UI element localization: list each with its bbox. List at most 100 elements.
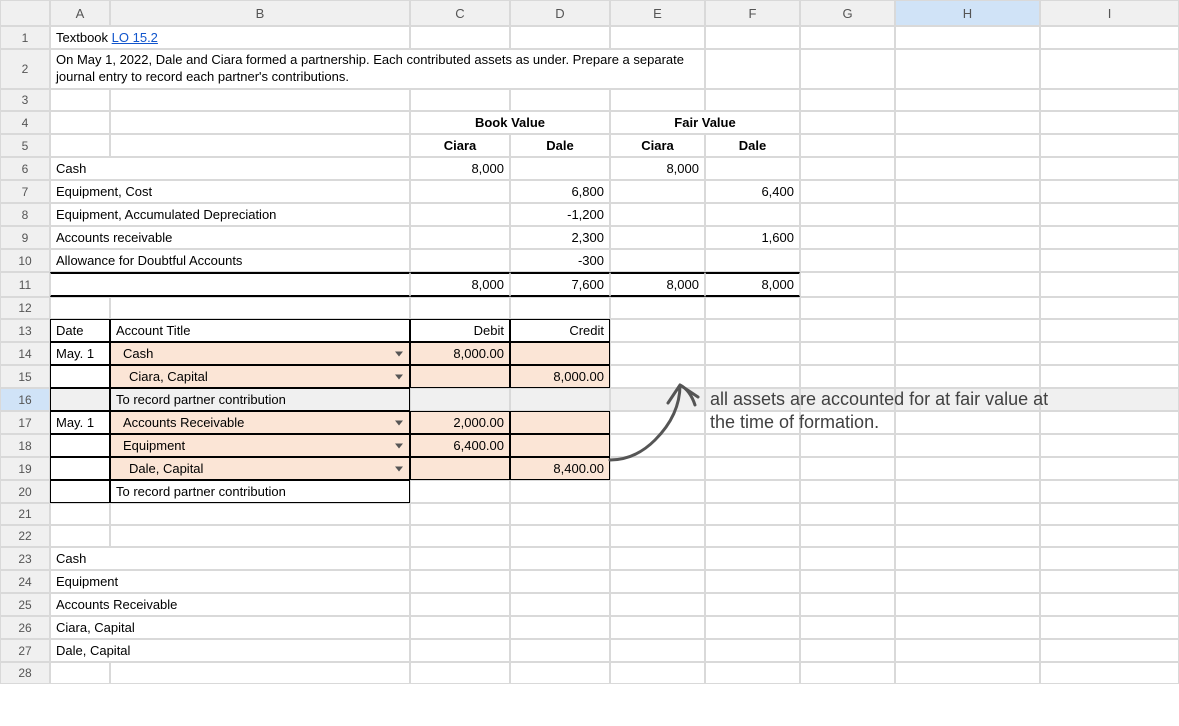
cell-G5[interactable] bbox=[800, 134, 895, 157]
cell-G27[interactable] bbox=[800, 639, 895, 662]
cell-I4[interactable] bbox=[1040, 111, 1179, 134]
cell-C15[interactable] bbox=[410, 365, 510, 388]
cell-H27[interactable] bbox=[895, 639, 1040, 662]
cell-H4[interactable] bbox=[895, 111, 1040, 134]
cell-D12[interactable] bbox=[510, 297, 610, 319]
cell-D22[interactable] bbox=[510, 525, 610, 547]
cell-A20[interactable] bbox=[50, 480, 110, 503]
cell-E12[interactable] bbox=[610, 297, 705, 319]
cell-H25[interactable] bbox=[895, 593, 1040, 616]
cell-G22[interactable] bbox=[800, 525, 895, 547]
cell-D11[interactable]: 7,600 bbox=[510, 272, 610, 297]
cell-D3[interactable] bbox=[510, 89, 610, 111]
cell-H11[interactable] bbox=[895, 272, 1040, 297]
cell-E27[interactable] bbox=[610, 639, 705, 662]
cell-H2[interactable] bbox=[895, 49, 1040, 89]
cell-D7[interactable]: 6,800 bbox=[510, 180, 610, 203]
cell-H20[interactable] bbox=[895, 480, 1040, 503]
cell-C3[interactable] bbox=[410, 89, 510, 111]
cell-A13[interactable]: Date bbox=[50, 319, 110, 342]
cell-B17-dropdown[interactable]: Accounts Receivable bbox=[110, 411, 410, 434]
cell-D16[interactable] bbox=[510, 388, 610, 411]
col-header-F[interactable]: F bbox=[705, 0, 800, 26]
cell-D18[interactable] bbox=[510, 434, 610, 457]
cell-F25[interactable] bbox=[705, 593, 800, 616]
cell-G3[interactable] bbox=[800, 89, 895, 111]
cell-F13[interactable] bbox=[705, 319, 800, 342]
cell-E25[interactable] bbox=[610, 593, 705, 616]
cell-C27[interactable] bbox=[410, 639, 510, 662]
cell-C13[interactable]: Debit bbox=[410, 319, 510, 342]
col-header-B[interactable]: B bbox=[110, 0, 410, 26]
cell-D14[interactable] bbox=[510, 342, 610, 365]
link-lo[interactable]: LO 15.2 bbox=[112, 30, 158, 45]
cell-C22[interactable] bbox=[410, 525, 510, 547]
cell-G10[interactable] bbox=[800, 249, 895, 272]
cell-E1[interactable] bbox=[610, 26, 705, 49]
cell-F26[interactable] bbox=[705, 616, 800, 639]
cell-E3[interactable] bbox=[610, 89, 705, 111]
row-header-9[interactable]: 9 bbox=[0, 226, 50, 249]
cell-B12[interactable] bbox=[110, 297, 410, 319]
row-header-25[interactable]: 25 bbox=[0, 593, 50, 616]
cell-EF4[interactable]: Fair Value bbox=[610, 111, 800, 134]
cell-H10[interactable] bbox=[895, 249, 1040, 272]
cell-G4[interactable] bbox=[800, 111, 895, 134]
cell-I3[interactable] bbox=[1040, 89, 1179, 111]
cell-C10[interactable] bbox=[410, 249, 510, 272]
cell-I24[interactable] bbox=[1040, 570, 1179, 593]
cell-H23[interactable] bbox=[895, 547, 1040, 570]
cell-C26[interactable] bbox=[410, 616, 510, 639]
cell-F9[interactable]: 1,600 bbox=[705, 226, 800, 249]
cell-G7[interactable] bbox=[800, 180, 895, 203]
cell-H28[interactable] bbox=[895, 662, 1040, 684]
cell-C7[interactable] bbox=[410, 180, 510, 203]
cell-G18[interactable] bbox=[800, 434, 895, 457]
cell-CD4[interactable]: Book Value bbox=[410, 111, 610, 134]
col-header-H[interactable]: H bbox=[895, 0, 1040, 26]
cell-G9[interactable] bbox=[800, 226, 895, 249]
cell-B16[interactable]: To record partner contribution bbox=[110, 388, 410, 411]
cell-F24[interactable] bbox=[705, 570, 800, 593]
cell-I5[interactable] bbox=[1040, 134, 1179, 157]
col-header-C[interactable]: C bbox=[410, 0, 510, 26]
cell-C8[interactable] bbox=[410, 203, 510, 226]
cell-B14-dropdown[interactable]: Cash bbox=[110, 342, 410, 365]
cell-B20[interactable]: To record partner contribution bbox=[110, 480, 410, 503]
cell-A26[interactable]: Ciara, Capital bbox=[50, 616, 410, 639]
cell-E10[interactable] bbox=[610, 249, 705, 272]
row-header-5[interactable]: 5 bbox=[0, 134, 50, 157]
cell-I7[interactable] bbox=[1040, 180, 1179, 203]
cell-G13[interactable] bbox=[800, 319, 895, 342]
row-header-23[interactable]: 23 bbox=[0, 547, 50, 570]
cell-E20[interactable] bbox=[610, 480, 705, 503]
cell-D25[interactable] bbox=[510, 593, 610, 616]
cell-C1[interactable] bbox=[410, 26, 510, 49]
cell-B5[interactable] bbox=[110, 134, 410, 157]
cell-E28[interactable] bbox=[610, 662, 705, 684]
cell-E11[interactable]: 8,000 bbox=[610, 272, 705, 297]
cell-A2[interactable]: On May 1, 2022, Dale and Ciara formed a … bbox=[50, 49, 705, 89]
cell-C9[interactable] bbox=[410, 226, 510, 249]
cell-E14[interactable] bbox=[610, 342, 705, 365]
cell-B19-dropdown[interactable]: Dale, Capital bbox=[110, 457, 410, 480]
cell-F6[interactable] bbox=[705, 157, 800, 180]
cell-F11[interactable]: 8,000 bbox=[705, 272, 800, 297]
cell-A5[interactable] bbox=[50, 134, 110, 157]
cell-D10[interactable]: -300 bbox=[510, 249, 610, 272]
cell-F7[interactable]: 6,400 bbox=[705, 180, 800, 203]
row-header-17[interactable]: 17 bbox=[0, 411, 50, 434]
cell-G6[interactable] bbox=[800, 157, 895, 180]
cell-I27[interactable] bbox=[1040, 639, 1179, 662]
cell-A28[interactable] bbox=[50, 662, 110, 684]
cell-H8[interactable] bbox=[895, 203, 1040, 226]
cell-B3[interactable] bbox=[110, 89, 410, 111]
row-header-12[interactable]: 12 bbox=[0, 297, 50, 319]
cell-E6[interactable]: 8,000 bbox=[610, 157, 705, 180]
cell-F14[interactable] bbox=[705, 342, 800, 365]
cell-I11[interactable] bbox=[1040, 272, 1179, 297]
row-header-28[interactable]: 28 bbox=[0, 662, 50, 684]
cell-E8[interactable] bbox=[610, 203, 705, 226]
cell-A23[interactable]: Cash bbox=[50, 547, 410, 570]
cell-E5[interactable]: Ciara bbox=[610, 134, 705, 157]
